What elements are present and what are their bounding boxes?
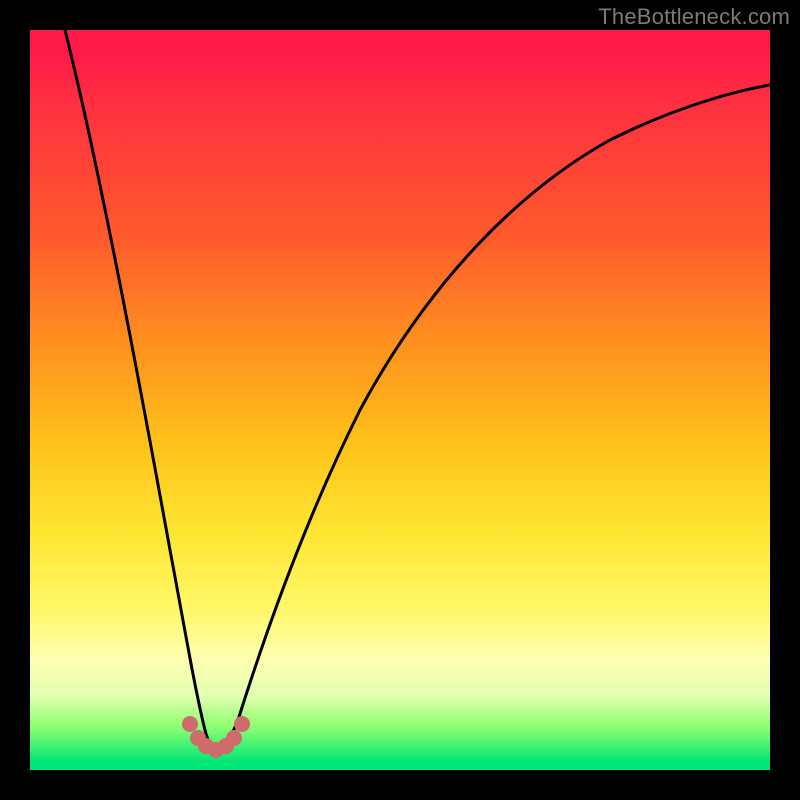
- chart-frame: TheBottleneck.com: [0, 0, 800, 800]
- bottleneck-curve: [65, 30, 770, 750]
- curve-layer: [30, 30, 770, 770]
- watermark-text: TheBottleneck.com: [598, 4, 790, 30]
- highlight-dots: [182, 716, 250, 758]
- plot-area: [30, 30, 770, 770]
